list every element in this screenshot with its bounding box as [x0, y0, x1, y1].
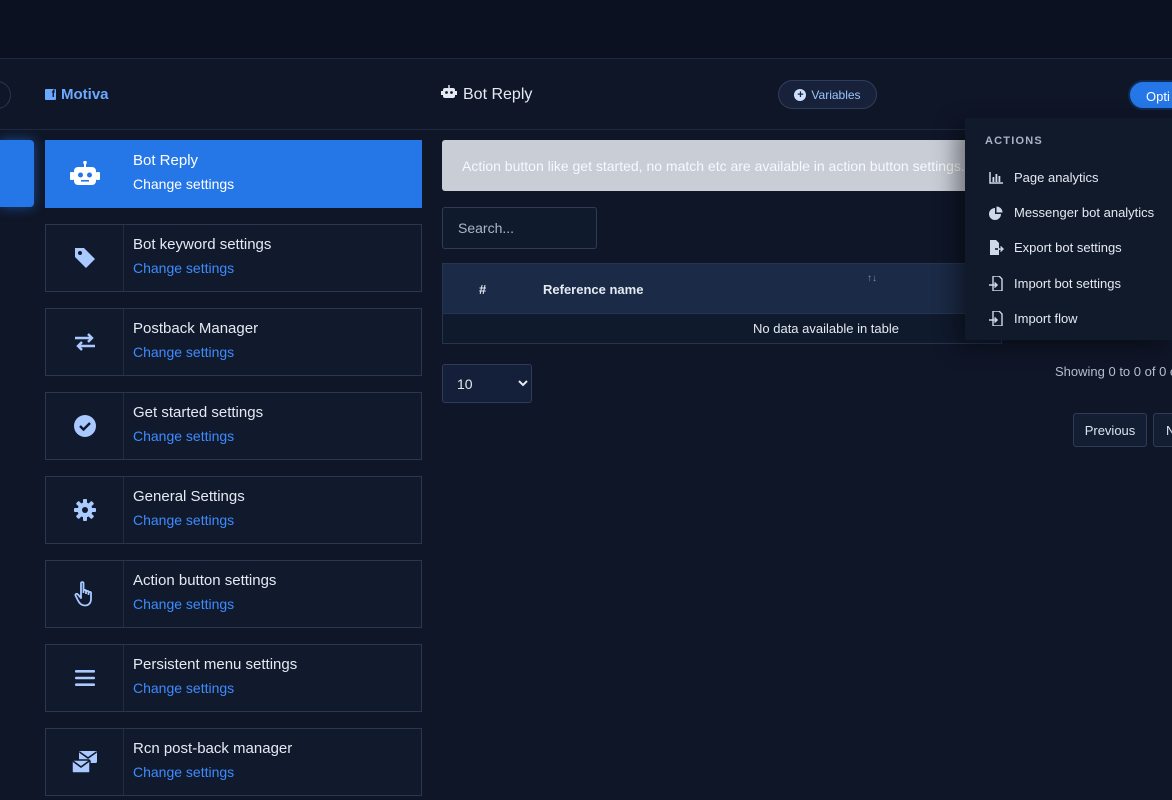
robot-icon [46, 141, 124, 207]
pie-chart-icon [988, 206, 1004, 220]
options-button[interactable]: Opti [1128, 80, 1172, 110]
top-navbar [0, 0, 1172, 59]
gear-icon [46, 477, 124, 543]
page-title-text: Bot Reply [463, 85, 533, 103]
column-header-number[interactable]: # [479, 282, 486, 297]
change-settings-link[interactable]: Change settings [133, 680, 297, 696]
table-empty-row: No data available in table [442, 314, 1002, 344]
next-button[interactable]: N [1153, 413, 1172, 447]
variables-label: Variables [811, 87, 861, 102]
menu-item-label: Export bot settings [1014, 240, 1122, 255]
file-import-icon [988, 311, 1004, 326]
nav-item-bot-keyword-settings[interactable]: Bot keyword settings Change settings [45, 224, 422, 292]
change-settings-link[interactable]: Change settings [133, 176, 234, 192]
empty-table-message: No data available in table [753, 321, 899, 336]
menu-item-label: Import bot settings [1014, 276, 1121, 291]
nav-item-title: Rcn post-back manager [133, 740, 293, 757]
table-header: # Reference name ↑↓ [442, 263, 1002, 314]
nav-item-title: Action button settings [133, 572, 277, 589]
menu-item-page-analytics[interactable]: Page analytics [988, 170, 1099, 185]
menu-item-label: Page analytics [1014, 170, 1099, 185]
check-circle-icon [46, 393, 124, 459]
column-header-reference-name[interactable]: Reference name [543, 282, 643, 297]
bar-chart-icon [988, 171, 1004, 184]
nav-item-title: Persistent menu settings [133, 656, 298, 673]
change-settings-link[interactable]: Change settings [133, 596, 276, 612]
menu-item-export-bot-settings[interactable]: Export bot settings [988, 240, 1122, 255]
nav-item-title: Get started settings [133, 404, 264, 421]
nav-item-get-started-settings[interactable]: Get started settings Change settings [45, 392, 422, 460]
actions-dropdown: ACTIONS Page analytics Messenger bot ana… [965, 118, 1172, 340]
table-info: Showing 0 to 0 of 0 e [1055, 364, 1172, 379]
variables-button[interactable]: + Variables [778, 80, 877, 109]
menu-item-label: Messenger bot analytics [1014, 205, 1155, 220]
menu-item-label: Import flow [1014, 311, 1078, 326]
nav-item-persistent-menu-settings[interactable]: Persistent menu settings Change settings [45, 644, 422, 712]
bars-icon [46, 645, 124, 711]
menu-item-messenger-bot-analytics[interactable]: Messenger bot analytics [988, 205, 1154, 220]
envelopes-icon [46, 729, 124, 795]
nav-item-postback-manager[interactable]: Postback Manager Change settings [45, 308, 422, 376]
nav-item-title: Postback Manager [133, 320, 259, 337]
tag-icon [46, 225, 124, 291]
file-export-icon [988, 240, 1004, 255]
hand-pointer-icon [46, 561, 124, 627]
page-title: Bot Reply [441, 85, 532, 104]
brand-name: Motiva [61, 86, 109, 103]
info-alert: Action button like get started, no match… [442, 140, 1002, 191]
file-import-icon [988, 276, 1004, 291]
change-settings-link[interactable]: Change settings [133, 764, 292, 780]
search-input[interactable] [442, 207, 597, 249]
nav-item-title: Bot keyword settings [133, 236, 272, 253]
nav-item-rcn-post-back-manager[interactable]: Rcn post-back manager Change settings [45, 728, 422, 796]
menu-item-import-flow[interactable]: Import flow [988, 311, 1078, 326]
menu-item-import-bot-settings[interactable]: Import bot settings [988, 276, 1121, 291]
sidebar-active-item[interactable] [0, 140, 34, 207]
robot-icon [441, 85, 457, 104]
change-settings-link[interactable]: Change settings [133, 260, 271, 276]
nav-item-bot-reply[interactable]: Bot Reply Change settings [45, 140, 422, 208]
facebook-icon: f [45, 89, 56, 100]
change-settings-link[interactable]: Change settings [133, 428, 263, 444]
dropdown-header: ACTIONS [985, 135, 1043, 147]
page-brand[interactable]: f Motiva [45, 86, 109, 103]
nav-item-title: General Settings [133, 488, 245, 505]
sort-icon[interactable]: ↑↓ [867, 273, 877, 284]
previous-button[interactable]: Previous [1073, 413, 1147, 447]
change-settings-link[interactable]: Change settings [133, 512, 245, 528]
nav-item-title: Bot Reply [133, 152, 199, 169]
nav-item-general-settings[interactable]: General Settings Change settings [45, 476, 422, 544]
plus-circle-icon: + [794, 88, 807, 101]
page-size-select[interactable]: 10 [442, 364, 532, 403]
exchange-icon [46, 309, 124, 375]
change-settings-link[interactable]: Change settings [133, 344, 258, 360]
nav-item-action-button-settings[interactable]: Action button settings Change settings [45, 560, 422, 628]
